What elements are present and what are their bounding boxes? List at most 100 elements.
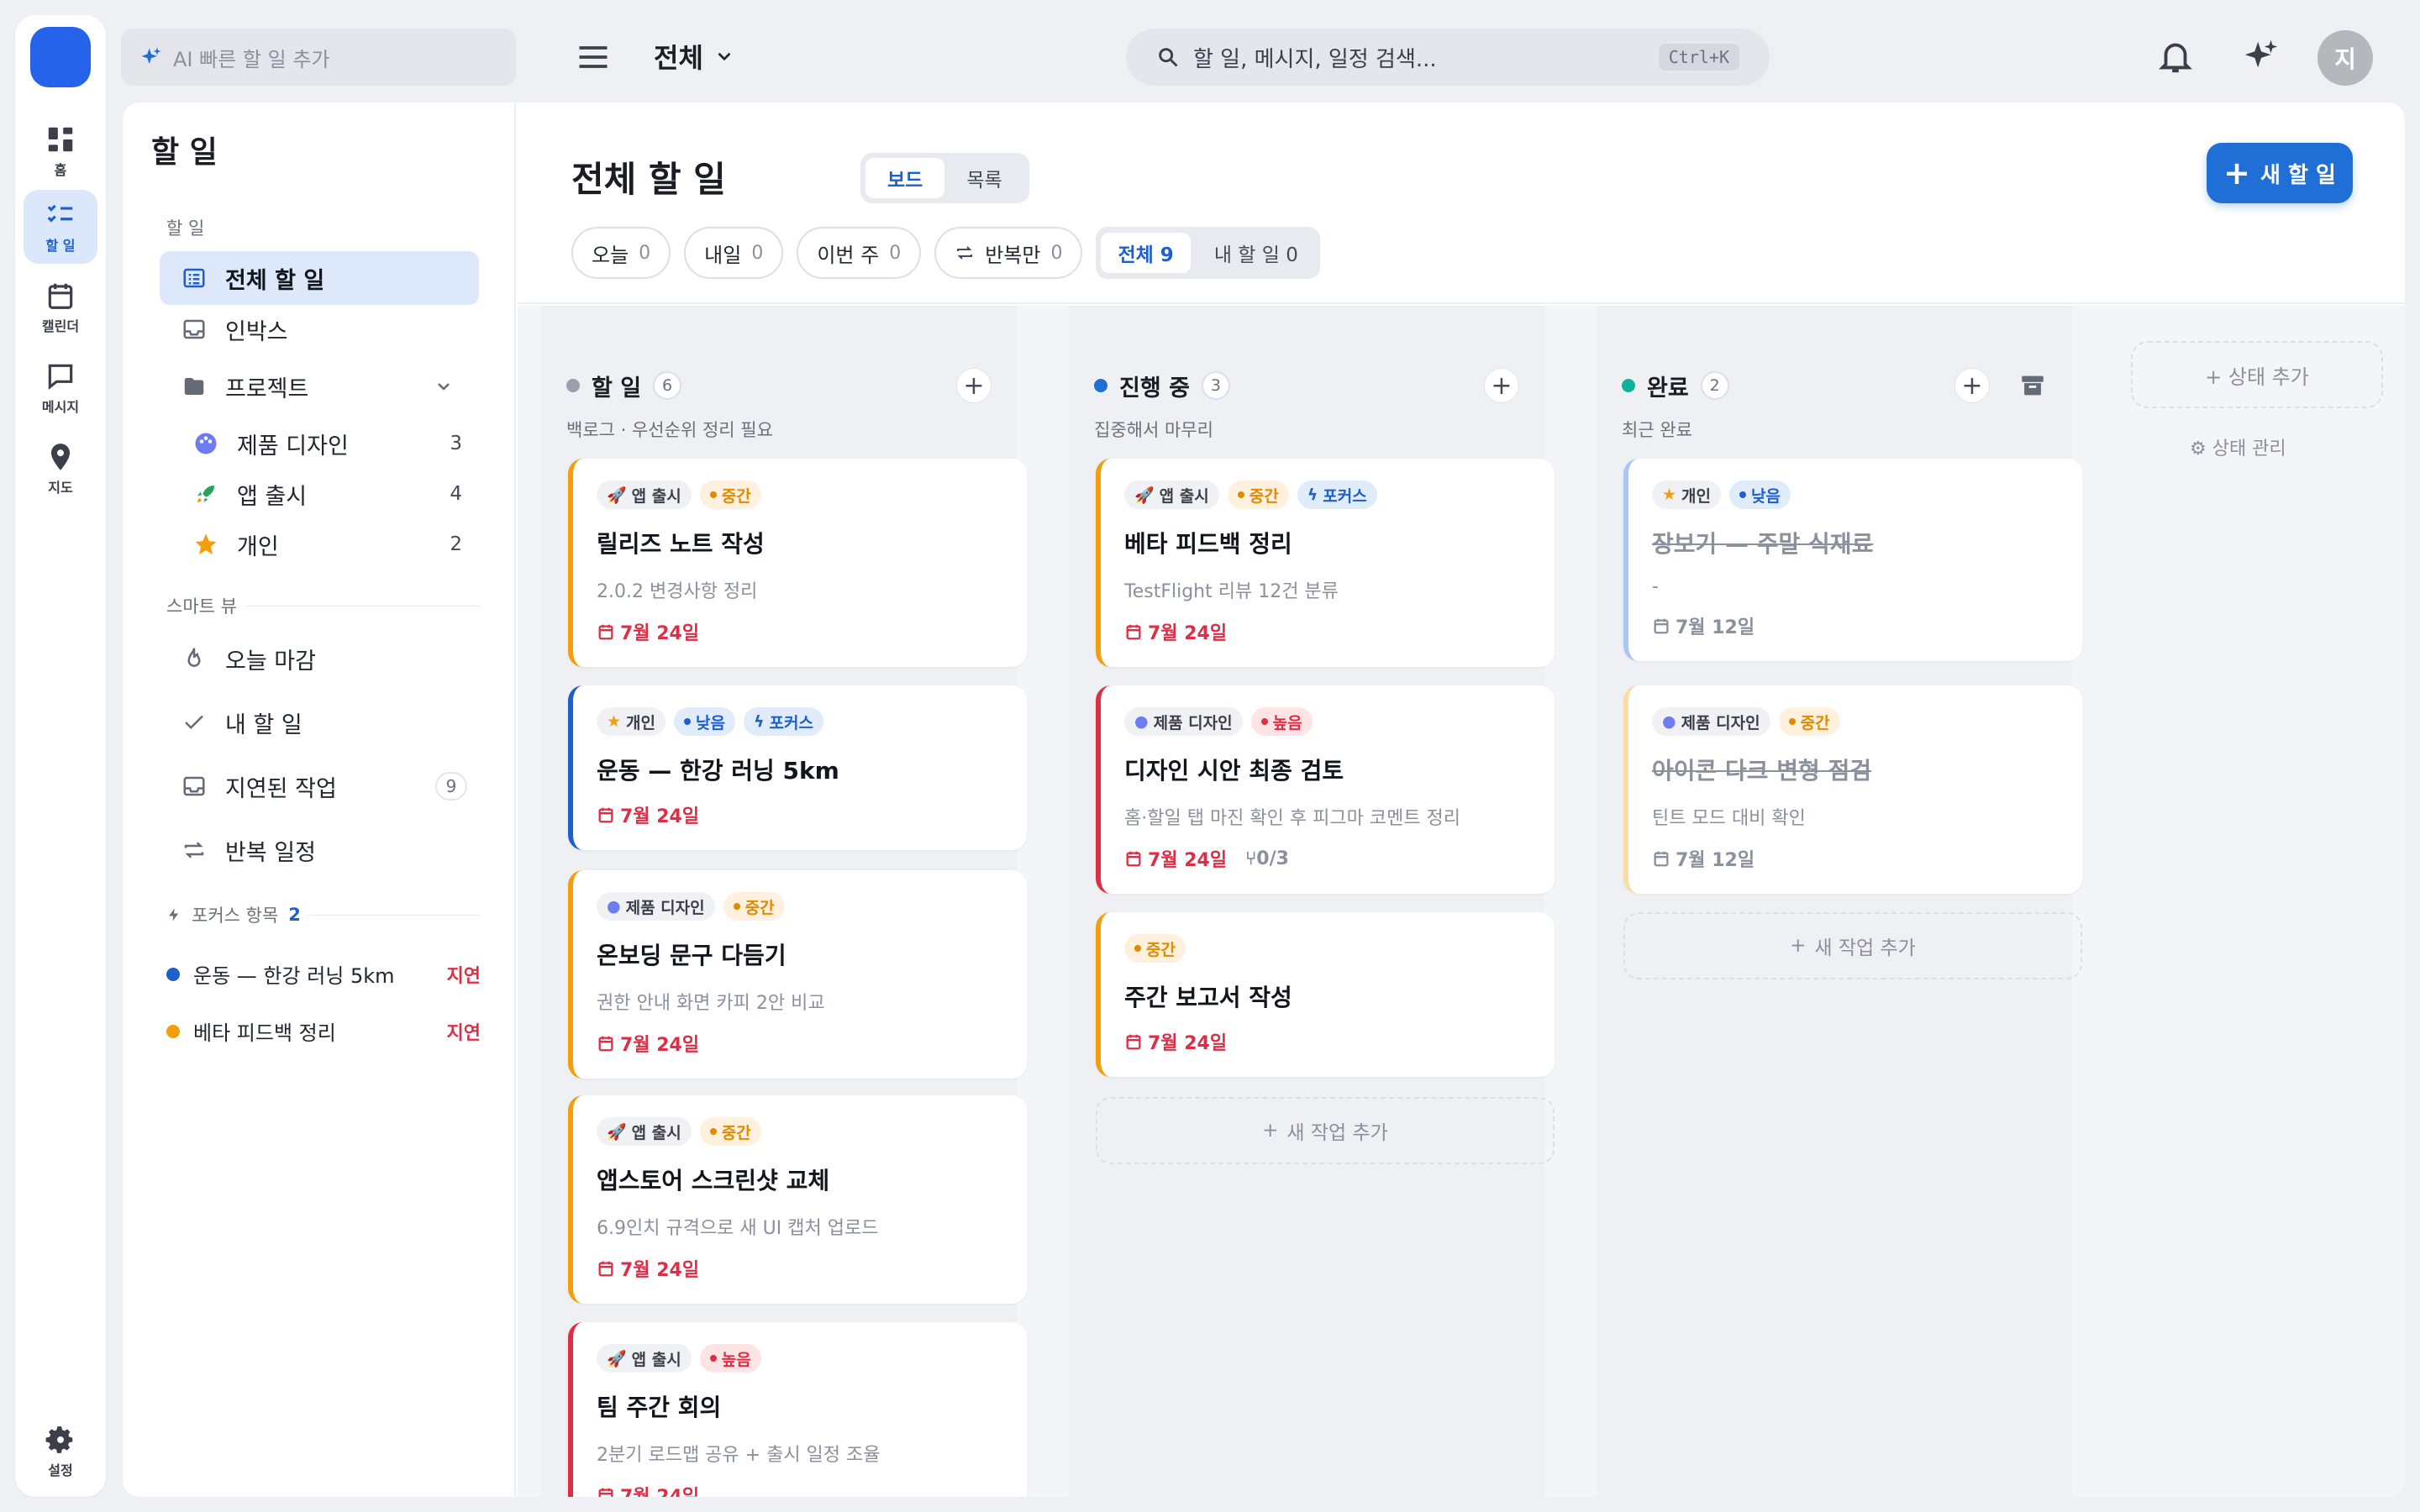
manage-status-link[interactable]: ⚙ 상태 관리 xyxy=(2190,433,2286,460)
column-title: 할 일 xyxy=(592,375,642,402)
message-icon xyxy=(48,364,73,390)
card-description: 2분기 로드맵 공유 + 출시 일정 조율 xyxy=(597,1445,881,1466)
add-status-button[interactable]: + 상태 추가 xyxy=(2131,341,2383,408)
project-tag-label: 제품 디자인 xyxy=(1681,713,1760,732)
due-date-label: 7월 24일 xyxy=(620,1035,700,1056)
new-task-button[interactable]: + 새 할 일 xyxy=(2207,143,2353,203)
sparkle-icon xyxy=(141,47,161,65)
sidebar-item-inbox[interactable]: 인박스 xyxy=(160,302,479,356)
task-card[interactable]: ★ 개인 낮음 ϟ 포커스 운동 — 한강 러닝 5km 7월 24일 xyxy=(568,685,1027,850)
sidebar-item-label: 지연된 작업 xyxy=(225,775,337,802)
sidebar-item-recurring[interactable]: 반복 일정 xyxy=(160,823,479,877)
filter-today[interactable]: 오늘 0 xyxy=(571,227,671,279)
due-date: 7월 24일 xyxy=(597,801,1003,828)
filter-label: 이번 주 xyxy=(817,243,880,267)
rocket-icon: 🚀 xyxy=(607,1122,627,1142)
task-card[interactable]: ● 제품 디자인 중간 아이콘 다크 변형 점검 틴트 모드 대비 확인 7월 1… xyxy=(1623,685,2082,894)
column-done: 완료 2 + 최근 완료 ★ 개인 낮음 장보기 — 주말 식재료 - 7월 12… xyxy=(1597,306,2082,1497)
app-logo[interactable] xyxy=(30,27,91,87)
column-title: 완료 xyxy=(1647,375,1689,402)
rail-item-calendar[interactable]: 캘린더 xyxy=(24,270,97,344)
project-tag-label: 앱 출시 xyxy=(631,486,681,506)
filter-count: 0 xyxy=(751,242,764,264)
sidebar-item-label: 오늘 마감 xyxy=(225,648,316,675)
card-description: 틴트 모드 대비 확인 xyxy=(1652,808,1806,829)
focus-tag: ϟ 포커스 xyxy=(1297,480,1377,509)
focus-item[interactable]: 운동 — 한강 러닝 5km 지연 xyxy=(166,959,481,989)
section-label: 포커스 항목 xyxy=(192,906,279,926)
scope-mine-tab[interactable]: 내 할 일 0 xyxy=(1197,233,1315,273)
folder-icon xyxy=(184,378,204,395)
filter-count: 0 xyxy=(1050,242,1063,264)
due-date-label: 7월 24일 xyxy=(1148,850,1228,871)
ai-quick-add-placeholder: AI 빠른 할 일 추가 xyxy=(173,47,330,71)
ai-quick-add-input[interactable]: AI 빠른 할 일 추가 xyxy=(121,29,516,86)
sidebar-project-launch[interactable]: 앱 출시 4 xyxy=(160,467,479,521)
sidebar-item-overdue[interactable]: 지연된 작업 9 xyxy=(160,759,479,813)
scope-dropdown[interactable]: 전체 xyxy=(654,37,735,76)
due-date: 7월 24일 xyxy=(597,618,1003,645)
column-subtitle: 집중해서 마무리 xyxy=(1094,420,1213,440)
task-card[interactable]: ★ 개인 낮음 장보기 — 주말 식재료 - 7월 12일 xyxy=(1623,459,2082,661)
task-card[interactable]: ● 제품 디자인 높음 디자인 시안 최종 검토 홈·할일 탭 마진 확인 후 피… xyxy=(1096,685,1555,894)
archive-icon[interactable] xyxy=(2018,371,2047,400)
filter-this-week[interactable]: 이번 주 0 xyxy=(797,227,922,279)
task-card[interactable]: 중간 주간 보고서 작성 7월 24일 xyxy=(1096,912,1555,1077)
project-tag-label: 개인 xyxy=(1681,486,1712,506)
filter-count: 0 xyxy=(889,242,902,264)
bell-icon[interactable] xyxy=(2156,37,2195,76)
project-tag: ★ 개인 xyxy=(1652,480,1722,509)
task-card[interactable]: 🚀앱 출시 높음 팀 주간 회의 2분기 로드맵 공유 + 출시 일정 조율 7… xyxy=(568,1322,1027,1497)
priority-tag-label: 중간 xyxy=(1800,713,1830,732)
task-card[interactable]: 🚀 앱 출시 중간 릴리즈 노트 작성 2.0.2 변경사항 정리 7월 24일 xyxy=(568,459,1027,667)
focus-item[interactable]: 베타 피드백 정리 지연 xyxy=(166,1016,481,1046)
rail-item-messages[interactable]: 메시지 xyxy=(24,351,97,425)
section-tasks: 할 일 xyxy=(166,215,481,240)
add-card-button[interactable]: + xyxy=(1954,368,1990,403)
map-pin-icon xyxy=(50,444,71,470)
filter-tomorrow[interactable]: 내일 0 xyxy=(684,227,784,279)
add-task-button[interactable]: + 새 작업 추가 xyxy=(1096,1097,1555,1164)
sidebar-item-all-tasks[interactable]: 전체 할 일 xyxy=(160,251,479,305)
due-date: 7월 12일 xyxy=(1652,845,2059,872)
project-tag: ● 제품 디자인 xyxy=(1124,707,1243,736)
search-input[interactable]: 할 일, 메시지, 일정 검색... Ctrl+K xyxy=(1126,29,1770,86)
add-card-button[interactable]: + xyxy=(956,368,992,403)
rail-label: 캘린더 xyxy=(41,318,80,334)
add-card-button[interactable]: + xyxy=(1484,368,1519,403)
scope-all-tab[interactable]: 전체 9 xyxy=(1101,233,1191,273)
rail-item-tasks[interactable]: 할 일 xyxy=(24,190,97,264)
sidebar-item-projects[interactable]: 프로젝트 xyxy=(160,360,479,413)
due-date-label: 7월 24일 xyxy=(620,1260,700,1281)
due-date: 7월 24일 xyxy=(1124,1028,1531,1055)
column-header: 완료 2 + xyxy=(1622,365,2047,407)
view-list-tab[interactable]: 목록 xyxy=(944,158,1023,198)
ai-sparkle-icon[interactable] xyxy=(2242,37,2281,76)
filter-recurring[interactable]: 반복만 0 xyxy=(934,227,1083,279)
sidebar-item-due-today[interactable]: 오늘 마감 xyxy=(160,632,479,685)
scope-label: 전체 xyxy=(654,42,703,74)
sidebar-item-label: 반복 일정 xyxy=(225,839,316,866)
due-date-label: 7월 24일 xyxy=(1148,623,1228,644)
rail-label: 설정 xyxy=(48,1462,73,1478)
sidebar-item-label: 내 할 일 xyxy=(225,711,302,738)
palette-icon: ● xyxy=(607,897,621,916)
rail-item-settings[interactable]: 설정 xyxy=(24,1415,97,1488)
rail-item-home[interactable]: 홈 xyxy=(24,114,97,188)
focus-tag-label: 포커스 xyxy=(769,713,813,732)
rail-item-map[interactable]: 지도 xyxy=(24,432,97,506)
task-card[interactable]: 🚀 앱 출시 중간 ϟ 포커스 베타 피드백 정리 TestFlight 리뷰 12… xyxy=(1096,459,1555,667)
priority-tag-label: 중간 xyxy=(1249,486,1279,506)
sidebar-project-design[interactable]: 제품 디자인 3 xyxy=(160,417,479,470)
sidebar-project-personal[interactable]: 개인 2 xyxy=(160,517,479,571)
sidebar-item-my-tasks[interactable]: 내 할 일 xyxy=(160,696,479,749)
add-task-button[interactable]: + 새 작업 추가 xyxy=(1623,912,2082,979)
new-task-label: 새 할 일 xyxy=(2260,162,2336,188)
chevron-down-icon[interactable] xyxy=(434,376,454,396)
inbox-icon xyxy=(183,319,205,339)
task-card[interactable]: ● 제품 디자인 중간 온보딩 문구 다듬기 권한 안내 화면 카피 2안 비교 … xyxy=(568,870,1027,1079)
task-card[interactable]: 🚀 앱 출시 중간 앱스토어 스크린샷 교체 6.9인치 규격으로 새 UI 캡처… xyxy=(568,1095,1027,1304)
view-board-tab[interactable]: 보드 xyxy=(865,158,945,198)
hamburger-menu-icon[interactable] xyxy=(575,39,612,76)
avatar[interactable]: 지 xyxy=(2317,30,2373,86)
